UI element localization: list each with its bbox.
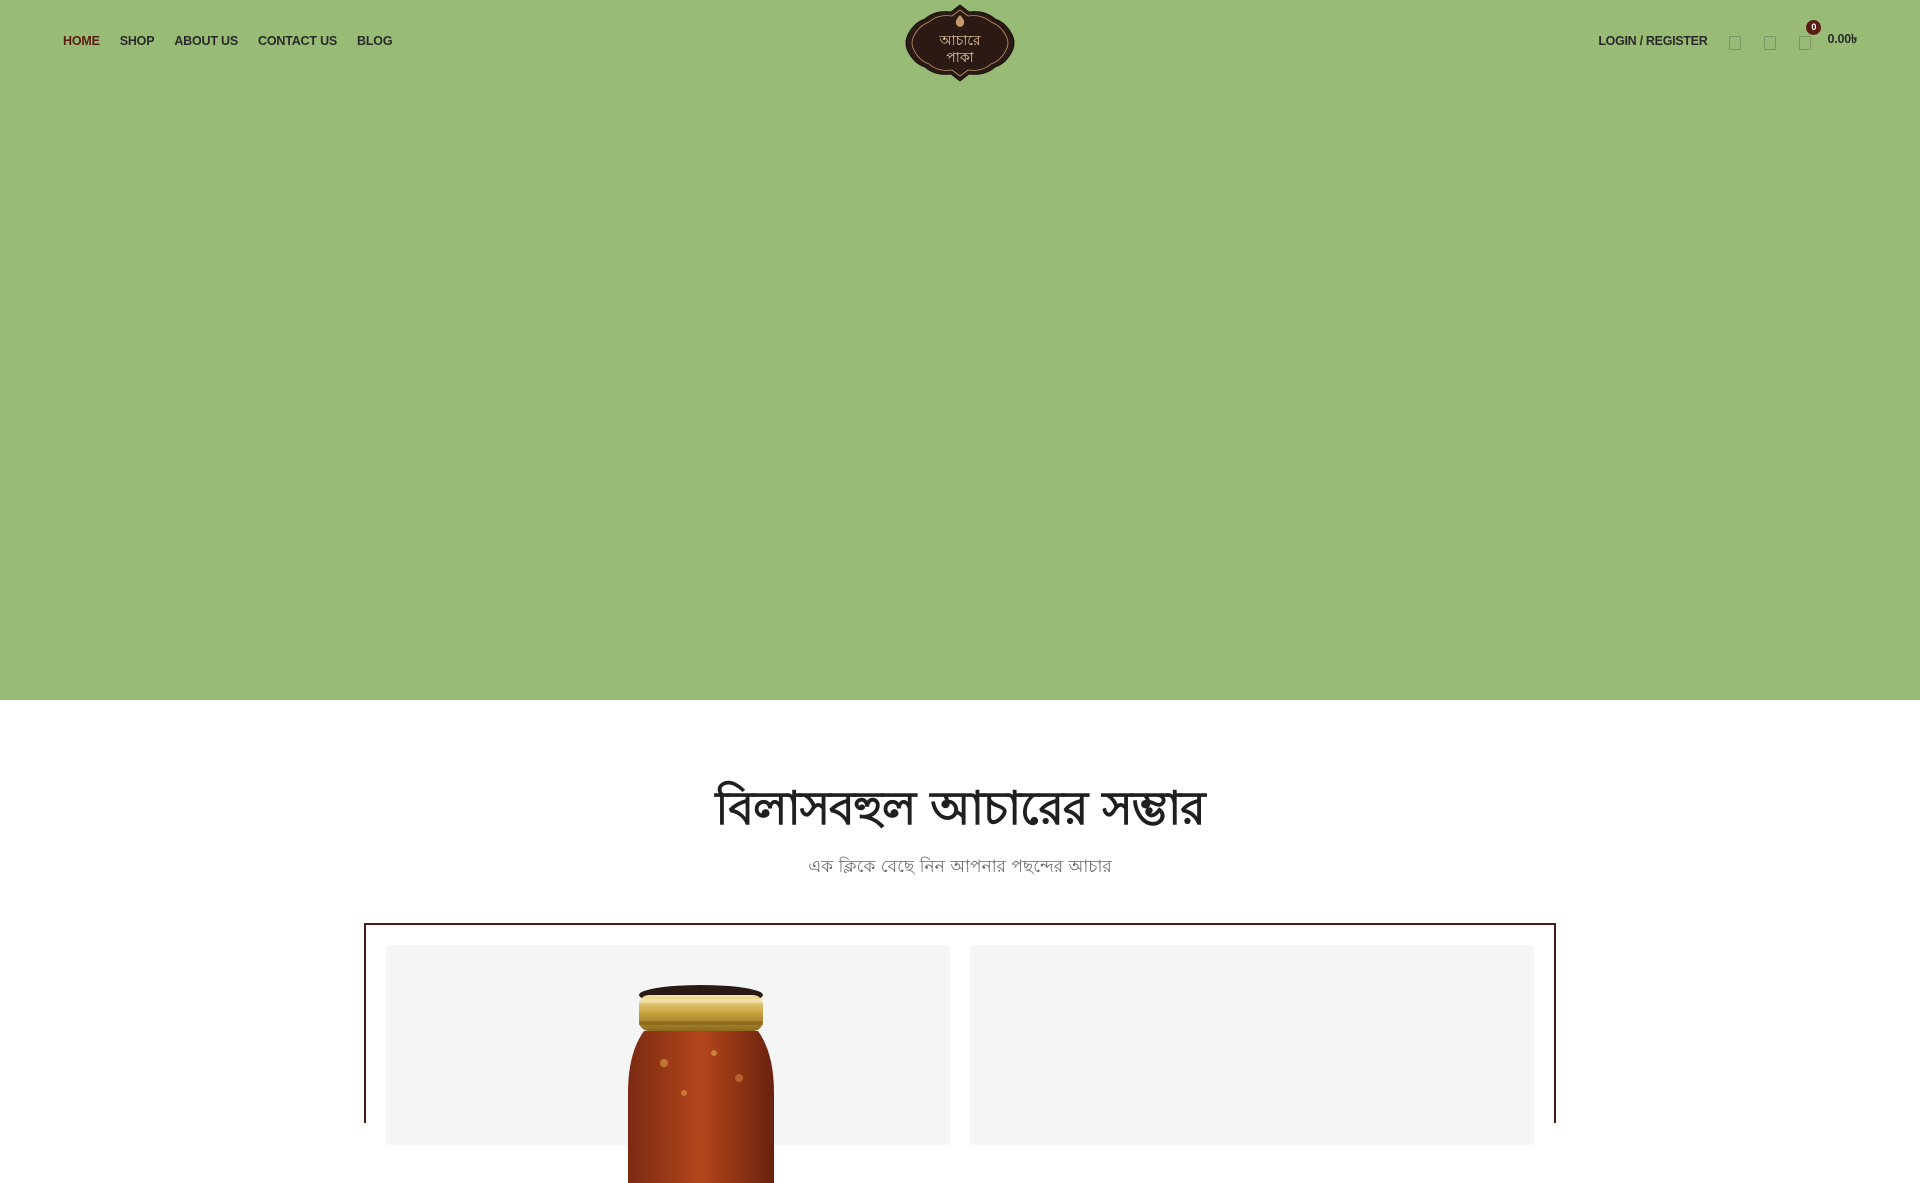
pickle-jar-image — [628, 985, 774, 1183]
main-nav: HOME SHOP ABOUT US CONTACT US BLOG — [63, 32, 412, 50]
nav-home[interactable]: HOME — [63, 32, 100, 50]
nav-contact-us[interactable]: CONTACT US — [258, 32, 337, 50]
wishlist-icon[interactable] — [1764, 36, 1777, 50]
nav-blog[interactable]: BLOG — [357, 32, 393, 50]
site-logo[interactable]: আচারে পাকা — [903, 3, 1017, 83]
product-card[interactable] — [386, 945, 950, 1183]
search-icon[interactable] — [1729, 36, 1742, 50]
section-subtitle: এক ক্লিকে বেছে নিন আপনার পছন্দের আচার — [808, 857, 1112, 877]
cart-button[interactable]: 0 0.00৳ — [1799, 20, 1857, 51]
cart-icon[interactable] — [1799, 36, 1812, 50]
product-card[interactable] — [970, 945, 1534, 1145]
cart-total: 0.00৳ — [1827, 32, 1857, 46]
site-header: HOME SHOP ABOUT US CONTACT US BLOG আচারে… — [0, 0, 1920, 84]
cart-count-badge: 0 — [1806, 20, 1822, 35]
nav-shop[interactable]: SHOP — [120, 32, 155, 50]
logo-line-1: আচারে — [938, 33, 981, 49]
logo-line-2: পাকা — [946, 50, 974, 66]
hero-banner — [0, 0, 1920, 700]
products-grid — [364, 923, 1556, 1183]
nav-about-us[interactable]: ABOUT US — [174, 32, 238, 50]
section-title: বিলাসবহুল আচারের সম্ভার — [715, 781, 1205, 835]
header-tools: LOGIN / REGISTER 0 0.00৳ — [1598, 20, 1857, 51]
login-register-link[interactable]: LOGIN / REGISTER — [1598, 34, 1707, 48]
